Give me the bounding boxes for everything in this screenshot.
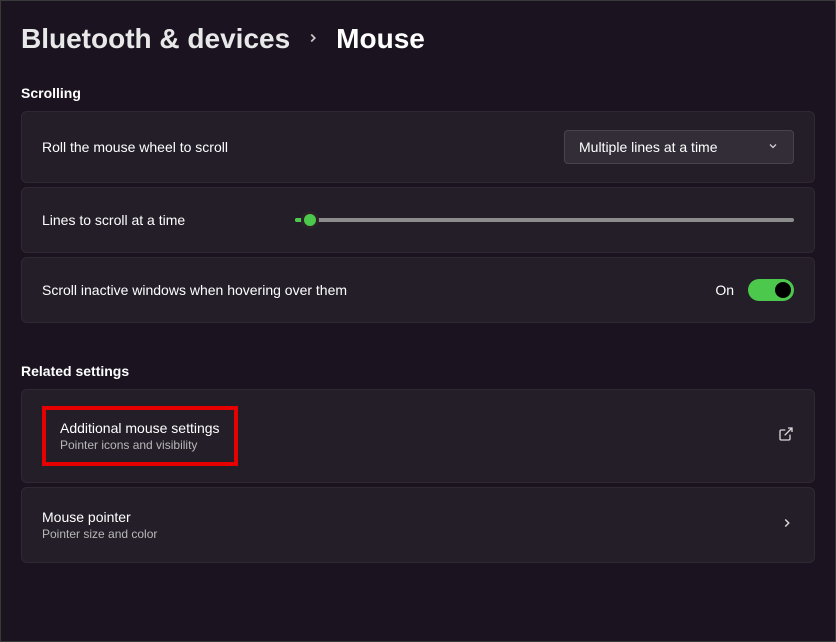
link-title: Mouse pointer [42,509,157,525]
chevron-down-icon [767,139,779,155]
link-mouse-pointer[interactable]: Mouse pointer Pointer size and color [21,487,815,563]
section-header-scrolling: Scrolling [21,85,815,101]
setting-lines-to-scroll: Lines to scroll at a time [21,187,815,253]
setting-label: Lines to scroll at a time [42,212,185,228]
toggle-state-label: On [715,282,734,298]
highlight-annotation: Additional mouse settings Pointer icons … [42,406,238,466]
lines-slider[interactable] [295,218,794,222]
section-header-related: Related settings [21,363,815,379]
slider-thumb[interactable] [301,211,319,229]
breadcrumb-parent[interactable]: Bluetooth & devices [21,23,290,55]
link-subtitle: Pointer icons and visibility [60,438,220,452]
dropdown-value: Multiple lines at a time [579,139,718,155]
link-subtitle: Pointer size and color [42,527,157,541]
toggle-group: On [715,279,794,301]
setting-label: Scroll inactive windows when hovering ov… [42,282,347,298]
link-title: Additional mouse settings [60,420,220,436]
link-additional-mouse-settings[interactable]: Additional mouse settings Pointer icons … [21,389,815,483]
slider-track[interactable] [295,218,794,222]
roll-wheel-dropdown[interactable]: Multiple lines at a time [564,130,794,164]
breadcrumb: Bluetooth & devices Mouse [21,23,815,55]
chevron-right-icon [780,516,794,535]
scroll-inactive-toggle[interactable] [748,279,794,301]
open-external-icon [778,426,794,447]
page-title: Mouse [336,23,425,55]
chevron-right-icon [306,28,320,51]
setting-scroll-inactive: Scroll inactive windows when hovering ov… [21,257,815,323]
setting-label: Roll the mouse wheel to scroll [42,139,228,155]
setting-roll-wheel: Roll the mouse wheel to scroll Multiple … [21,111,815,183]
